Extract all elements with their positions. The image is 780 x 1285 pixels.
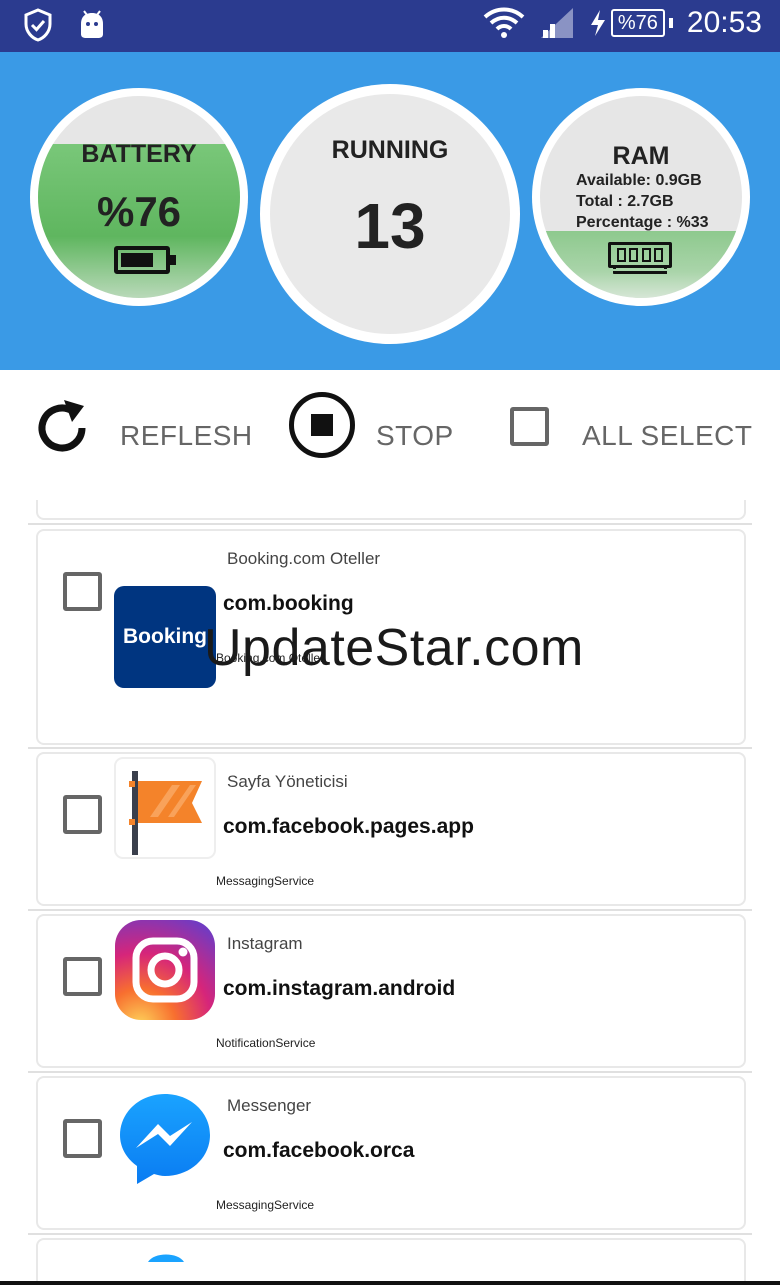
ram-total: Total : 2.7GB xyxy=(576,193,674,210)
app-package: com.instagram.android xyxy=(223,977,456,1000)
app-package: com.facebook.orca xyxy=(223,1139,415,1162)
divider xyxy=(28,1233,752,1235)
booking-icon-text: Booking xyxy=(123,625,207,648)
select-all-checkbox[interactable] xyxy=(510,407,549,446)
ram-gauge: RAM Available: 0.9GB Total : 2.7GB Perce… xyxy=(532,88,750,306)
booking-icon: Booking xyxy=(114,586,216,688)
ram-chip-icon xyxy=(608,242,672,274)
running-count: 13 xyxy=(354,190,426,262)
app-checkbox[interactable] xyxy=(63,1119,102,1158)
list-item[interactable] xyxy=(36,1238,746,1285)
running-title: RUNNING xyxy=(331,136,449,164)
app-service: NotificationService xyxy=(216,1036,316,1050)
app-service: MessagingService xyxy=(216,874,315,888)
divider xyxy=(28,747,752,749)
status-bar: %76 20:53 xyxy=(0,0,780,52)
shield-check-icon xyxy=(24,8,52,42)
battery-title: BATTERY xyxy=(81,140,197,168)
app-name: Sayfa Yöneticisi xyxy=(227,772,348,791)
action-bar: REFLESH STOP ALL SELECT xyxy=(0,370,780,500)
divider xyxy=(28,523,752,525)
instagram-icon xyxy=(115,920,215,1020)
battery-icon xyxy=(114,246,176,274)
messenger-icon xyxy=(120,1094,210,1184)
app-checkbox[interactable] xyxy=(63,795,102,834)
app-service: MessagingService xyxy=(216,1198,315,1212)
list-item[interactable]: Instagram com.instagram.android Notifica… xyxy=(36,914,746,1068)
stats-header: BATTERY %76 RUNNING 13 RAM Available: 0.… xyxy=(0,52,780,370)
list-item[interactable]: Sayfa Yöneticisi com.facebook.pages.app … xyxy=(36,752,746,906)
app-name: Instagram xyxy=(227,934,303,953)
battery-tip xyxy=(668,18,673,28)
divider xyxy=(28,1071,752,1073)
app-name: Booking.com Oteller xyxy=(227,549,381,568)
refresh-icon[interactable] xyxy=(34,398,94,458)
battery-value: %76 xyxy=(96,188,182,235)
app-checkbox[interactable] xyxy=(63,572,102,611)
divider xyxy=(28,909,752,911)
ram-title: RAM xyxy=(612,142,670,170)
app-checkbox[interactable] xyxy=(63,957,102,996)
list-item-previous xyxy=(36,500,746,520)
list-item[interactable]: Messenger com.facebook.orca MessagingSer… xyxy=(36,1076,746,1230)
ram-available: Available: 0.9GB xyxy=(576,172,702,189)
battery-percent: %76 xyxy=(610,9,665,37)
battery-gauge: BATTERY %76 xyxy=(30,88,248,306)
stop-icon[interactable] xyxy=(289,392,355,458)
select-all-label[interactable]: ALL SELECT xyxy=(582,420,752,452)
charging-bolt-icon xyxy=(590,10,605,36)
app-name: Messenger xyxy=(227,1096,312,1115)
stop-button[interactable]: STOP xyxy=(376,420,454,452)
next-app-icon xyxy=(148,1254,184,1262)
watermark: UpdateStar.com xyxy=(204,619,584,677)
running-gauge: RUNNING 13 xyxy=(260,84,520,344)
app-package: com.facebook.pages.app xyxy=(223,815,474,838)
android-icon xyxy=(81,10,103,38)
bottom-edge xyxy=(0,1281,780,1285)
battery-status: %76 xyxy=(589,9,673,37)
clock: 20:53 xyxy=(686,6,762,39)
pages-manager-icon xyxy=(114,757,216,859)
wifi-icon xyxy=(483,7,525,38)
app-package: com.booking xyxy=(223,592,354,615)
refresh-button[interactable]: REFLESH xyxy=(120,420,253,452)
signal-icon xyxy=(540,8,573,38)
ram-percentage: Percentage : %33 xyxy=(576,214,709,231)
